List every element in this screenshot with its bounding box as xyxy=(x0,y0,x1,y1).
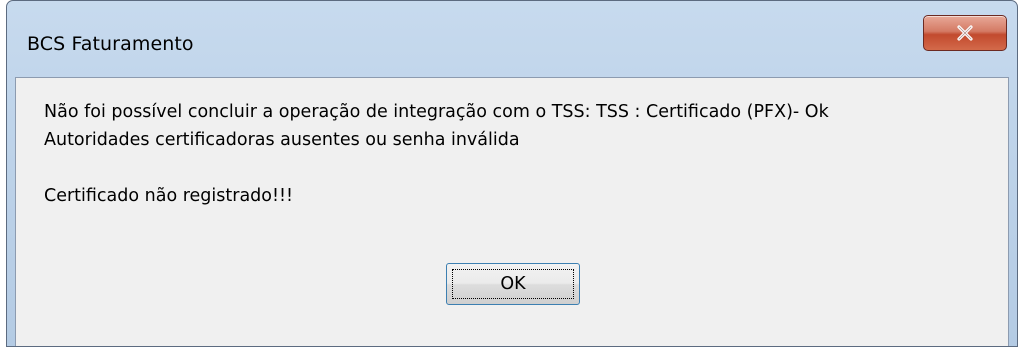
close-icon xyxy=(956,25,974,41)
message-line: Autoridades certificadoras ausentes ou s… xyxy=(44,130,520,150)
message-spacer xyxy=(44,154,1010,182)
close-button[interactable] xyxy=(923,15,1007,51)
title-bar[interactable]: BCS Faturamento xyxy=(7,1,1017,77)
ok-button[interactable]: OK xyxy=(446,263,580,305)
message-line: Não foi possível concluir a operação de … xyxy=(44,102,829,122)
window-title: BCS Faturamento xyxy=(27,33,194,55)
message-line: Certificado não registrado!!! xyxy=(44,186,294,206)
focus-rectangle xyxy=(452,269,574,299)
dialog-message: Não foi possível concluir a operação de … xyxy=(44,98,1010,210)
